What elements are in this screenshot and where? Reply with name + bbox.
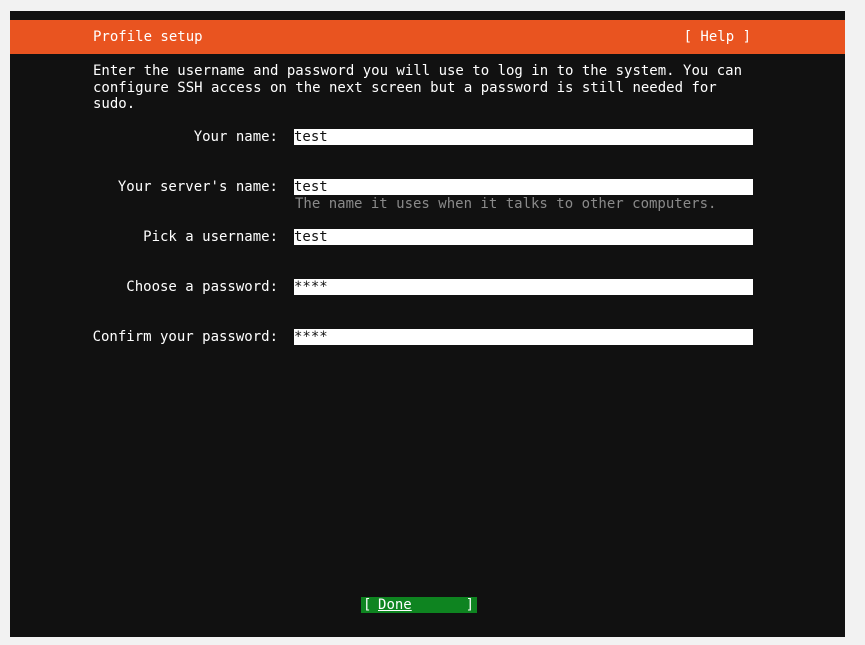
your-name-label: Your name: [193, 129, 278, 145]
confirm-password-input[interactable]: **** [294, 329, 753, 345]
password-label: Choose a password: [126, 279, 278, 295]
confirm-password-label: Confirm your password: [92, 329, 278, 345]
done-right-bracket: ] [465, 597, 474, 613]
installer-screen: Profile setup [ Help ] Enter the usernam… [10, 11, 845, 637]
username-input[interactable]: test [294, 229, 753, 245]
intro-text: Enter the username and password you will… [93, 63, 743, 112]
password-input[interactable]: **** [294, 279, 753, 295]
page-title: Profile setup [93, 29, 203, 45]
done-label: Done [378, 597, 412, 613]
header-bar: Profile setup [ Help ] [10, 20, 845, 54]
server-name-input[interactable]: test [294, 179, 753, 195]
username-label: Pick a username: [143, 229, 278, 245]
done-left-bracket: [ [363, 597, 372, 613]
your-name-input[interactable]: test [294, 129, 753, 145]
done-button[interactable]: [ Done ] [361, 597, 477, 613]
help-button[interactable]: [ Help ] [684, 28, 751, 46]
server-name-label: Your server's name: [117, 179, 278, 195]
server-name-hint: The name it uses when it talks to other … [295, 196, 717, 212]
